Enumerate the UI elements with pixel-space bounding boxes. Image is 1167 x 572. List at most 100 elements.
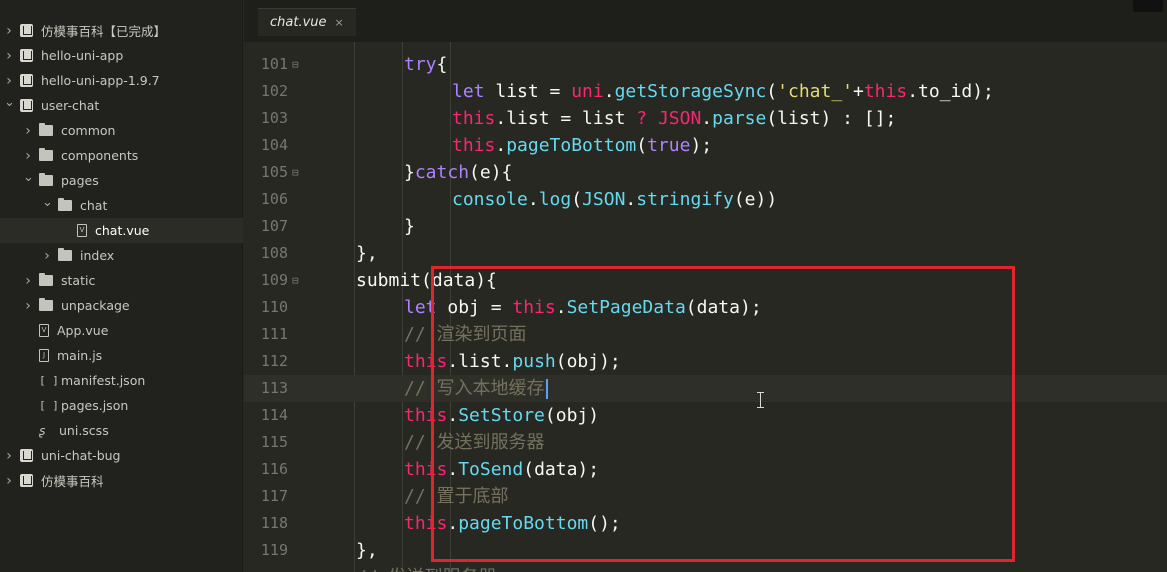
chevron-right-icon[interactable]: › bbox=[4, 449, 14, 463]
line-number: 110 bbox=[260, 298, 288, 316]
line-number: 119 bbox=[260, 541, 288, 559]
code-line[interactable]: 106 console.log(JSON.stringify(e)) bbox=[244, 186, 1167, 213]
line-number: 115 bbox=[260, 433, 288, 451]
code-line[interactable]: 104 this.pageToBottom(true); bbox=[244, 132, 1167, 159]
tree-item-label: uni.scss bbox=[59, 423, 109, 438]
code-line[interactable]: 103 this.list = list ? JSON.parse(list) :… bbox=[244, 105, 1167, 132]
folder-open-icon bbox=[58, 198, 72, 211]
code-token: console bbox=[452, 189, 528, 210]
code-token: 'chat_' bbox=[777, 81, 853, 102]
tree-item-label: components bbox=[61, 148, 139, 163]
chevron-down-icon[interactable]: ⌄ bbox=[23, 171, 34, 186]
tree-item[interactable]: V App.vue bbox=[0, 318, 243, 343]
code-line[interactable]: 108}, bbox=[244, 240, 1167, 267]
tree-item[interactable]: › uni-chat-bug bbox=[0, 443, 243, 468]
chevron-right-icon[interactable]: › bbox=[42, 249, 52, 263]
folder-icon bbox=[39, 148, 53, 161]
code-token: .to_id); bbox=[907, 81, 994, 102]
code-token: this bbox=[452, 135, 496, 156]
code-token: parse bbox=[712, 108, 767, 129]
project-icon bbox=[20, 24, 33, 37]
code-token: { bbox=[436, 54, 448, 75]
tab-chat-vue[interactable]: chat.vue × bbox=[258, 8, 356, 36]
code-line[interactable]: 105 ⊟ }catch(e){ bbox=[244, 159, 1167, 186]
line-number: 114 bbox=[260, 406, 288, 424]
chevron-right-icon[interactable]: › bbox=[4, 24, 14, 38]
code-token: catch bbox=[414, 162, 470, 183]
tree-item[interactable]: ⌄ chat bbox=[0, 193, 243, 218]
code-token: let bbox=[452, 81, 485, 102]
code-token: }, bbox=[356, 243, 378, 264]
code-token: this bbox=[452, 108, 496, 129]
tree-item-label: pages bbox=[61, 173, 99, 188]
tree-item-label: uni-chat-bug bbox=[41, 448, 121, 463]
line-number: 103 bbox=[260, 109, 288, 127]
chevron-right-icon[interactable]: › bbox=[4, 74, 14, 88]
chevron-down-icon[interactable]: ⌄ bbox=[4, 96, 15, 111]
code-text: try{ bbox=[404, 51, 447, 78]
chevron-right-icon[interactable]: › bbox=[23, 124, 33, 138]
folder-open-icon bbox=[39, 173, 53, 186]
tree-item[interactable]: Jmain.js bbox=[0, 343, 243, 368]
folder-icon bbox=[39, 123, 53, 136]
tree-item[interactable]: › index bbox=[0, 243, 243, 268]
code-line[interactable]: 101 ⊟ try{ bbox=[244, 51, 1167, 78]
highlight-annotation-box bbox=[431, 266, 1015, 562]
line-number: 117 bbox=[260, 487, 288, 505]
tree-item[interactable]: › components bbox=[0, 143, 243, 168]
tree-item[interactable]: › hello-uni-app-1.9.7 bbox=[0, 68, 243, 93]
code-token: ); bbox=[690, 135, 713, 156]
code-text: }catch(e){ bbox=[404, 159, 512, 186]
scss-file-icon: ʂ bbox=[39, 423, 46, 438]
code-token: getStorageSync bbox=[614, 81, 767, 102]
tree-item[interactable]: › common bbox=[0, 118, 243, 143]
code-line[interactable]: 107} bbox=[244, 213, 1167, 240]
vue-file-icon: V bbox=[77, 224, 87, 237]
tree-item[interactable]: ʂ uni.scss bbox=[0, 418, 243, 443]
code-line[interactable]: // 发送到服务器 bbox=[244, 564, 1167, 572]
chevron-right-icon[interactable]: › bbox=[23, 149, 33, 163]
tree-item[interactable]: [ ] pages.json bbox=[0, 393, 243, 418]
code-text: this.list = list ? JSON.parse(list) : []… bbox=[452, 105, 896, 132]
chevron-right-icon[interactable]: › bbox=[4, 474, 14, 488]
code-line[interactable]: 102 let list = uni.getStorageSync('chat_'… bbox=[244, 78, 1167, 105]
tree-item[interactable]: › unpackage bbox=[0, 293, 243, 318]
tree-item[interactable]: ⌄ pages bbox=[0, 168, 243, 193]
tree-item[interactable]: [ ] manifest.json bbox=[0, 368, 243, 393]
tree-item[interactable]: Vchat.vue bbox=[0, 218, 243, 243]
tree-item[interactable]: › hello-uni-app bbox=[0, 43, 243, 68]
tree-item-label: 仿模事百科 bbox=[41, 474, 104, 489]
code-token: ( bbox=[636, 135, 648, 156]
code-token: try bbox=[404, 54, 437, 75]
fold-toggle-icon[interactable]: ⊟ bbox=[292, 51, 299, 78]
project-explorer: › 仿模事百科【已完成】 › hello-uni-app › hello-uni-app-… bbox=[0, 0, 243, 572]
line-number: 109 bbox=[260, 271, 288, 289]
chevron-right-icon[interactable]: › bbox=[4, 49, 14, 63]
fold-toggle-icon[interactable]: ⊟ bbox=[292, 267, 299, 294]
chevron-right-icon[interactable]: › bbox=[23, 274, 33, 288]
window-icon[interactable] bbox=[1133, 0, 1163, 12]
line-number: 105 bbox=[260, 163, 288, 181]
project-icon bbox=[20, 49, 33, 62]
code-token: stringify bbox=[636, 189, 734, 210]
line-number: 116 bbox=[260, 460, 288, 478]
tree-item[interactable]: › 仿模事百科【已完成】 bbox=[0, 18, 243, 43]
code-token: this bbox=[863, 81, 908, 102]
chevron-down-icon[interactable]: ⌄ bbox=[42, 196, 53, 211]
project-icon bbox=[20, 474, 33, 487]
chevron-right-icon[interactable]: › bbox=[23, 299, 33, 313]
tree-item[interactable]: › static bbox=[0, 268, 243, 293]
line-number: 111 bbox=[260, 325, 288, 343]
tree-item-label: manifest.json bbox=[61, 373, 146, 388]
tree-item-label: 仿模事百科【已完成】 bbox=[41, 24, 167, 39]
code-token: } bbox=[404, 216, 415, 237]
tree-item[interactable]: › 仿模事百科 bbox=[0, 468, 243, 493]
close-icon[interactable]: × bbox=[335, 16, 344, 29]
tree-item[interactable]: ⌄ user-chat bbox=[0, 93, 243, 118]
line-number: 113 bbox=[260, 379, 288, 397]
fold-toggle-icon[interactable]: ⊟ bbox=[292, 159, 299, 186]
line-number: 101 bbox=[260, 55, 288, 73]
